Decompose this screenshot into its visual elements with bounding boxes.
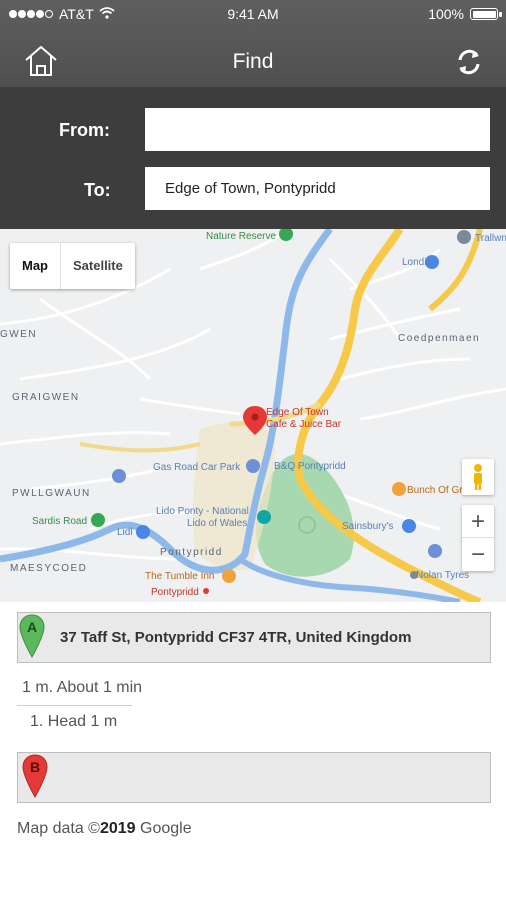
map-label: Pontypridd (160, 547, 223, 558)
map-label: PWLLGWAUN (12, 488, 91, 499)
battery-percent: 100% (428, 6, 464, 22)
map-label: Sainsbury's (342, 521, 394, 532)
attribution-prefix: Map data © (17, 820, 100, 837)
map-label: MAESYCOED (10, 563, 88, 574)
zoom-in-button[interactable]: + (462, 505, 494, 538)
map-label: GWEN (0, 329, 38, 340)
route-form: From: To: (0, 87, 506, 229)
from-label: From: (59, 120, 110, 140)
map-label: Sardis Road (32, 516, 88, 527)
map-label: Nature Reserve (206, 231, 277, 242)
marker-b-label: B (30, 759, 40, 775)
from-input[interactable] (145, 108, 490, 151)
map-label: Londis (402, 257, 432, 268)
direction-step: 1. Head 1 m (30, 713, 118, 730)
street-view-button[interactable] (462, 459, 494, 495)
map-label: Lido Ponty - National (156, 506, 249, 517)
map-type-control: Map Satellite (10, 243, 135, 289)
map-label: Cafe & Juice Bar (266, 419, 342, 430)
battery-icon (470, 8, 502, 20)
status-bar: AT&T 9:41 AM 100% (0, 0, 506, 28)
refresh-icon (458, 49, 480, 75)
refresh-button[interactable] (454, 47, 484, 77)
route-summary: 1 m. About 1 min (22, 679, 143, 696)
map-label: B&Q Pontypridd (274, 461, 346, 472)
marker-b-icon: B (22, 754, 48, 799)
marker-a-icon: A (19, 614, 45, 659)
attribution-year: 2019 (99, 820, 136, 837)
end-address-box (17, 752, 491, 803)
map-label: Trallwn (475, 233, 506, 244)
map-label: Gas Road Car Park (153, 462, 241, 473)
map-view[interactable]: Nature Reserve Trallwn Londis Coedpenmae… (0, 229, 506, 602)
top-bar: AT&T 9:41 AM 100% Find (0, 0, 506, 87)
pegman-icon (474, 464, 482, 490)
start-address-box: 37 Taff St, Pontypridd CF37 4TR, United … (17, 612, 491, 663)
map-label: GRAIGWEN (12, 392, 80, 403)
map-type-satellite-button[interactable]: Satellite (61, 243, 135, 289)
page-title: Find (232, 50, 274, 73)
zoom-control: + − (462, 505, 494, 571)
map-label: Pontypridd (151, 587, 199, 598)
map-attribution: Map data ©2019 Google (17, 820, 192, 838)
map-label: Lido of Wales (187, 518, 248, 529)
marker-a-label: A (27, 619, 37, 635)
map-label: Lidl (117, 527, 133, 538)
map-label: The Tumble Inn (145, 571, 215, 582)
zoom-out-button[interactable]: − (462, 538, 494, 571)
map-label: Nolan Tyres (416, 570, 470, 581)
start-address: 37 Taff St, Pontypridd CF37 4TR, United … (60, 629, 412, 646)
map-type-map-button[interactable]: Map (10, 243, 61, 289)
divider (17, 705, 132, 706)
battery-group: 100% (428, 6, 502, 22)
to-input[interactable] (145, 167, 490, 210)
map-label: Coedpenmaen (398, 333, 481, 344)
to-label: To: (84, 180, 111, 200)
attribution-provider: Google (135, 820, 192, 837)
map-label: Edge Of Town (266, 407, 329, 418)
